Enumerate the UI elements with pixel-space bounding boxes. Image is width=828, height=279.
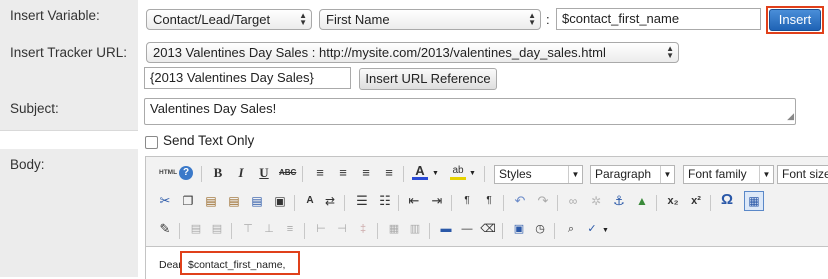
send-text-only-checkbox[interactable] [145,136,158,149]
align-center-icon[interactable]: ≡ [335,165,351,181]
insert-url-reference-button[interactable]: Insert URL Reference [359,68,497,90]
subject-label: Subject: [10,101,59,116]
horizontal-rule-icon[interactable]: ▬ [438,221,454,237]
styles-select[interactable]: Styles ▼ [494,165,583,184]
merge-cells-icon[interactable]: ▥ [407,221,423,237]
copy-icon[interactable]: ❐ [180,193,196,209]
replace-icon[interactable]: ⇄ [322,193,338,209]
label-cell-insert-variable: Insert Variable: [0,0,138,38]
line-icon[interactable]: — [459,221,475,237]
find-icon[interactable]: A [302,193,318,209]
chevron-down-icon[interactable]: ▼ [469,170,476,177]
paste-text-icon[interactable]: ▤ [226,193,242,209]
paste-image-icon[interactable]: ▣ [272,193,288,209]
cell-props-icon[interactable]: ▤ [209,221,225,237]
strikethrough-icon[interactable]: ABC [279,165,296,181]
chevron-down-icon[interactable]: ▼ [432,170,439,177]
indent-icon[interactable]: ⇥ [429,193,445,209]
select-arrows-icon: ▲ ▼ [528,11,536,27]
subject-input[interactable]: Valentines Day Sales! ◢ [144,98,796,125]
edit-css-icon[interactable]: ✎ [157,221,173,237]
html-button[interactable]: HTML [159,169,177,176]
font-family-select[interactable]: Font family ▼ [683,165,774,184]
special-char-icon[interactable]: Ω [719,192,735,208]
module-select[interactable]: Contact/Lead/Target ▲ ▼ [146,9,312,30]
superscript-icon[interactable]: x² [688,193,704,209]
select-arrows-icon: ▲ ▼ [666,44,674,60]
chevron-down-icon: ▼ [759,166,773,183]
font-size-select[interactable]: Font size [777,165,828,184]
chevron-down-icon: ▼ [660,166,674,183]
preview-icon[interactable]: ⌕ [563,221,579,237]
align-left-icon[interactable]: ≡ [312,165,328,181]
remove-format-icon[interactable]: ⌫ [480,221,496,237]
insert-tracker-url-label: Insert Tracker URL: [10,45,128,60]
help-icon[interactable]: ? [179,166,193,180]
editor-toolbar-row-1: HTML ? B I U ABC ≡ ≡ ≡ ≡ A ▼ ab ▼ Styles… [146,162,828,186]
variable-input[interactable]: $contact_first_name [556,8,761,30]
redo-icon[interactable]: ↷ [535,193,551,209]
numbered-list-icon[interactable]: ☷ [377,193,393,209]
insert-date-icon[interactable]: ▣ [511,221,527,237]
outdent-icon[interactable]: ⇤ [406,193,422,209]
spellcheck-icon[interactable]: ✓ [584,221,600,237]
label-cell-insert-tracker-url: Insert Tracker URL: [0,37,138,94]
delete-row-icon[interactable]: ≡ [282,221,298,237]
paste-icon[interactable]: ▤ [203,193,219,209]
editor-toolbar-row-2: ✂ ❐ ▤ ▤ ▤ ▣ A ⇄ ☰ ☷ ⇤ ⇥ ¶ ¶ ↶ ↷ ∞ ✲ ⚓ ▲ … [146,191,828,215]
align-right-icon[interactable]: ≡ [358,165,374,181]
table-icon[interactable]: ▦ [744,191,764,211]
label-cell-subject: Subject: [0,93,138,131]
split-cells-icon[interactable]: ▦ [386,221,402,237]
highlight-color-icon[interactable]: ab [450,164,466,180]
subscript-icon[interactable]: x₂ [665,193,681,209]
editor-toolbar-row-3: ✎ ▤ ▤ ⊤ ⊥ ≡ ⊢ ⊣ ‡ ▦ ▥ ▬ — ⌫ ▣ ◷ ⌕ ✓ ▼ [146,219,828,243]
bullet-list-icon[interactable]: ☰ [354,193,370,209]
ltr-icon[interactable]: ¶ [459,193,475,209]
bold-icon[interactable]: B [210,165,226,181]
anchor-icon[interactable]: ⚓ [611,193,627,209]
align-justify-icon[interactable]: ≡ [381,165,397,181]
separator-colon: : [546,12,550,27]
undo-icon[interactable]: ↶ [512,193,528,209]
send-text-only-label: Send Text Only [163,133,255,148]
insert-col-after-icon[interactable]: ⊣ [334,221,350,237]
insert-col-before-icon[interactable]: ⊢ [313,221,329,237]
format-select[interactable]: Paragraph ▼ [590,165,675,184]
tracker-name-input[interactable]: {2013 Valentines Day Sales} [144,67,351,89]
delete-col-icon[interactable]: ‡ [355,221,371,237]
row-props-icon[interactable]: ▤ [188,221,204,237]
insert-button[interactable]: Insert [769,9,821,31]
underline-icon[interactable]: U [256,165,272,181]
text-color-icon[interactable]: A [412,164,428,180]
chevron-down-icon[interactable]: ▼ [602,227,609,234]
insert-row-after-icon[interactable]: ⊥ [261,221,277,237]
tracker-url-select[interactable]: 2013 Valentines Day Sales : http://mysit… [146,42,679,63]
chevron-down-icon: ▼ [568,166,582,183]
paste-word-icon[interactable]: ▤ [249,193,265,209]
insert-time-icon[interactable]: ◷ [532,221,548,237]
field-select[interactable]: First Name ▲ ▼ [319,9,541,30]
image-icon[interactable]: ▲ [634,193,650,209]
select-arrows-icon: ▲ ▼ [299,11,307,27]
body-label: Body: [10,157,45,172]
resize-grip-icon: ◢ [787,111,794,121]
rtl-icon[interactable]: ¶ [481,193,497,209]
unlink-icon[interactable]: ✲ [588,193,604,209]
insert-row-before-icon[interactable]: ⊤ [240,221,256,237]
content-prefix: Dear [159,259,182,271]
insert-variable-label: Insert Variable: [10,8,100,23]
cut-icon[interactable]: ✂ [157,193,173,209]
variable-highlight [180,251,300,275]
link-icon[interactable]: ∞ [565,193,581,209]
label-cell-body: Body: [0,149,138,277]
italic-icon[interactable]: I [233,165,249,181]
